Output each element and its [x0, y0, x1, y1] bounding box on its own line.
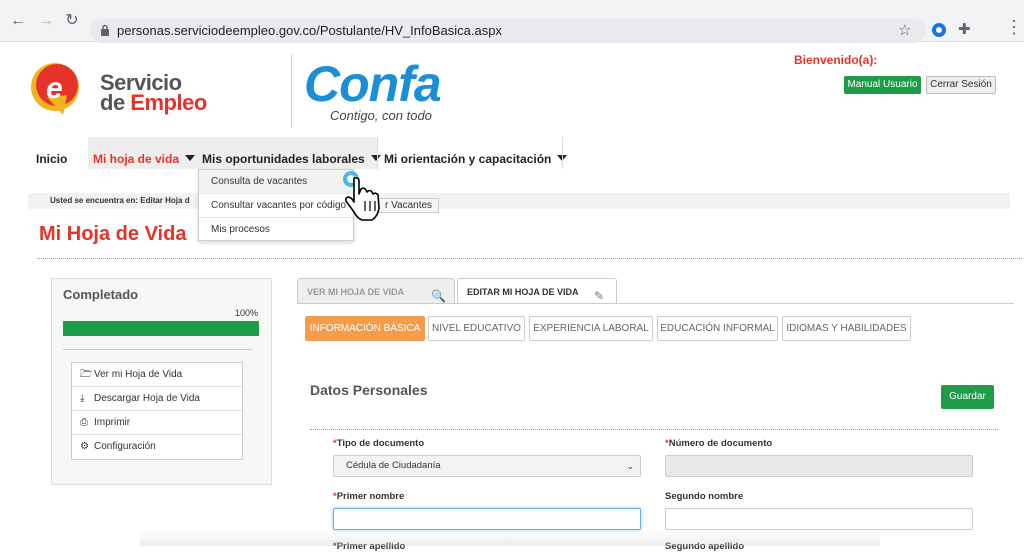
configuracion-link[interactable]: ⚙ Configuración	[72, 435, 242, 459]
header-divider	[291, 55, 292, 128]
hoja-de-vida-actions: 🗁 Ver mi Hoja de Vida ⤓ Descargar Hoja de …	[71, 362, 243, 460]
first-name-field[interactable]	[333, 508, 641, 530]
logout-button[interactable]: Cerrar Sesión	[926, 76, 996, 94]
browser-menu-icon[interactable]: ⋮	[1005, 18, 1023, 36]
caret-down-icon	[185, 155, 196, 161]
lock-icon	[101, 24, 109, 36]
welcome-text: Bienvenido(a):	[794, 53, 878, 67]
breadcrumb: Usted se encuentra en: Editar Hoja d	[28, 193, 1010, 209]
forward-arrow-icon[interactable]: →	[36, 11, 56, 31]
completion-progress-bar	[63, 321, 259, 336]
subtab-educacion-informal[interactable]: EDUCACIÓN INFORMAL	[657, 316, 778, 341]
completion-title: Completado	[63, 287, 139, 302]
nav-divider	[562, 137, 563, 169]
subtab-nivel-educativo[interactable]: NIVEL EDUCATIVO	[428, 316, 525, 341]
divider	[37, 258, 1022, 259]
subtab-idiomas-habilidades[interactable]: IDIOMAS Y HABILIDADES	[782, 316, 911, 341]
dropdown-item-consulta-vacantes[interactable]: Consulta de vacantes	[199, 170, 353, 194]
extension-icon[interactable]	[932, 23, 946, 37]
section-title: Datos Personales	[310, 382, 428, 398]
tab-underline	[297, 303, 1014, 304]
search-doc-icon: 🔍	[431, 289, 446, 303]
subtab-informacion-basica[interactable]: INFORMACIÓN BÁSICA	[305, 316, 425, 341]
dropdown-item-mis-procesos[interactable]: Mis procesos	[199, 218, 353, 242]
dropdown-item-vacantes-codigo[interactable]: Consultar vacantes por código	[199, 194, 353, 218]
de-empleo-logo-text: de Empleo	[100, 90, 207, 115]
divider	[63, 349, 252, 350]
completion-percent: 100%	[235, 308, 259, 318]
download-icon: ⤓	[80, 393, 85, 404]
progress-fill	[63, 321, 259, 336]
scroll-fade	[140, 530, 880, 546]
svg-text:e: e	[46, 72, 63, 105]
print-icon: ⎙	[80, 417, 88, 428]
first-name-label: *Primer nombre	[333, 491, 405, 502]
nav-orientacion[interactable]: Mi orientación y capacitación	[384, 137, 568, 169]
doc-type-select[interactable]: Cédula de Ciudadanía ⌄	[333, 455, 641, 477]
edit-icon: ✎	[594, 289, 605, 303]
caret-down-icon	[370, 155, 381, 161]
puzzle-icon[interactable]: ✚	[958, 20, 971, 38]
chevron-down-icon: ⌄	[626, 461, 634, 471]
ver-hoja-de-vida-link[interactable]: 🗁 Ver mi Hoja de Vida	[72, 363, 242, 387]
nav-mis-oportunidades[interactable]: Mis oportunidades laborales	[197, 137, 381, 169]
imprimir-link[interactable]: ⎙ Imprimir	[72, 411, 242, 435]
gear-icon: ⚙	[80, 441, 89, 452]
servicio-empleo-logo-icon: e	[31, 63, 79, 115]
tab-ver-hoja-de-vida[interactable]: VER MI HOJA DE VIDA 🔍	[297, 278, 455, 304]
confa-logo: Confa	[304, 56, 442, 112]
second-name-label: Segundo nombre	[665, 491, 744, 502]
manual-usuario-button[interactable]: Manual Usuario	[844, 76, 921, 94]
nav-inicio[interactable]: Inicio	[36, 137, 67, 169]
tab-editar-hoja-de-vida[interactable]: EDITAR MI HOJA DE VIDA ✎	[457, 278, 617, 304]
back-arrow-icon[interactable]: ←	[8, 11, 28, 31]
page-title: Mi Hoja de Vida	[39, 223, 187, 245]
url-text[interactable]: personas.serviciodeempleo.gov.co/Postula…	[117, 23, 502, 38]
descargar-hoja-de-vida-link[interactable]: ⤓ Descargar Hoja de Vida	[72, 387, 242, 411]
save-button[interactable]: Guardar	[941, 385, 994, 409]
subtab-experiencia-laboral[interactable]: EXPERIENCIA LABORAL	[529, 316, 653, 341]
second-name-field[interactable]	[665, 508, 973, 530]
bookmark-star-icon[interactable]: ☆	[898, 21, 911, 39]
doc-type-label: *Tipo de documento	[333, 438, 425, 449]
hand-pointer-cursor-icon	[343, 171, 380, 221]
doc-number-label: *Número de documento	[665, 438, 773, 449]
confa-tagline: Contigo, con todo	[330, 108, 432, 123]
doc-number-field[interactable]	[665, 455, 973, 477]
browser-toolbar: ← → ↻ personas.serviciodeempleo.gov.co/P…	[0, 0, 1024, 43]
folder-open-icon: 🗁	[80, 369, 93, 380]
reload-icon[interactable]: ↻	[62, 11, 82, 31]
nav-divider	[377, 137, 378, 169]
divider	[310, 429, 998, 430]
nav-mi-hoja-de-vida[interactable]: Mi hoja de vida	[88, 137, 197, 169]
oportunidades-dropdown: Consulta de vacantes Consultar vacantes …	[198, 169, 354, 241]
